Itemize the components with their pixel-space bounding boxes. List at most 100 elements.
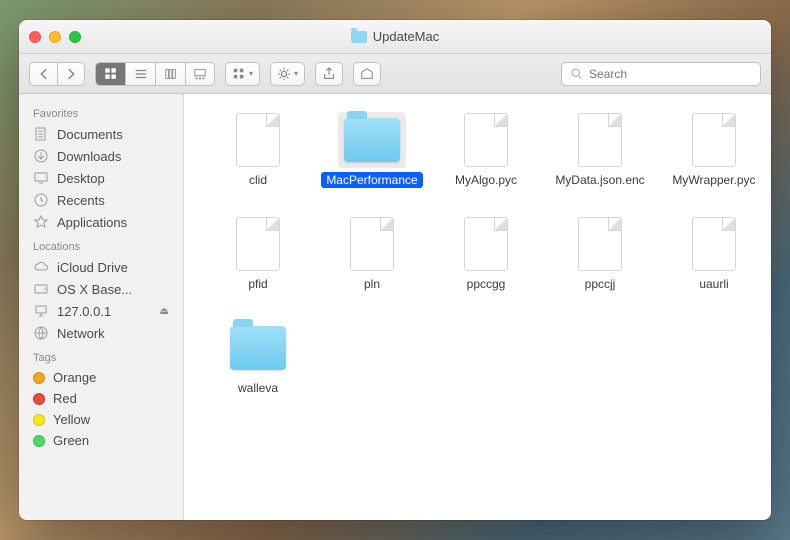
file-name: clid [244,172,272,188]
sidebar-item-downloads[interactable]: Downloads [19,145,183,167]
file-icon [578,217,622,271]
sidebar-item-label: Orange [53,370,96,385]
sidebar-item-label: Downloads [57,149,121,164]
zoom-button[interactable] [69,31,81,43]
file-item[interactable]: pln [318,216,426,292]
file-content-area[interactable]: clid MacPerformance MyAlgo.pycMyData.json.… [184,94,771,520]
file-name: pln [359,276,385,292]
file-item[interactable]: walleva [204,320,312,396]
sidebar-item-desktop[interactable]: Desktop [19,167,183,189]
clock-icon [33,192,49,208]
sidebar: Favorites Documents Downloads Desktop Re… [19,94,184,520]
file-name: ppccgg [462,276,511,292]
icon-wrap [452,112,520,168]
tag-dot-icon [33,414,45,426]
search-input[interactable] [589,67,752,81]
sidebar-item-osxbase[interactable]: OS X Base... [19,278,183,300]
list-icon [134,67,148,81]
file-grid: clid MacPerformance MyAlgo.pycMyData.json.… [204,112,751,396]
file-name: MacPerformance [321,172,422,188]
chevron-down-icon: ▾ [249,69,253,78]
sidebar-item-network[interactable]: Network [19,322,183,344]
close-button[interactable] [29,31,41,43]
nav-buttons [29,62,85,86]
titlebar[interactable]: UpdateMac [19,20,771,54]
tag-dot-icon [33,393,45,405]
title-text: UpdateMac [373,29,439,44]
share-button[interactable] [315,62,343,86]
sidebar-tag-yellow[interactable]: Yellow [19,409,183,430]
icon-wrap [338,216,406,272]
chevron-left-icon [37,67,51,81]
file-item[interactable]: MyWrapper.pyc [660,112,768,188]
file-name: MyWrapper.pyc [667,172,760,188]
applications-icon [33,214,49,230]
file-item[interactable]: MacPerformance [318,112,426,188]
file-icon [236,113,280,167]
sidebar-item-applications[interactable]: Applications [19,211,183,233]
tag-dot-icon [33,372,45,384]
eject-icon[interactable]: ⏏ [160,306,169,317]
file-icon [578,113,622,167]
forward-button[interactable] [57,62,85,86]
file-item[interactable]: MyData.json.enc [546,112,654,188]
chevron-down-icon: ▾ [294,69,298,78]
action-button[interactable]: ▾ [270,62,305,86]
gallery-icon [193,67,207,81]
grid-icon [104,67,118,81]
file-item[interactable]: uaurli [660,216,768,292]
sidebar-tag-green[interactable]: Green [19,430,183,451]
back-button[interactable] [29,62,57,86]
window-controls [29,31,81,43]
file-item[interactable]: ppccjj [546,216,654,292]
gallery-view-button[interactable] [185,62,215,86]
group-by-button[interactable]: ▾ [225,62,260,86]
sidebar-header-locations: Locations [19,233,183,256]
icon-wrap [680,112,748,168]
file-icon [464,113,508,167]
file-icon [464,217,508,271]
file-name: uaurli [694,276,733,292]
sidebar-item-recents[interactable]: Recents [19,189,183,211]
cloud-icon [33,259,49,275]
sidebar-item-label: iCloud Drive [57,260,128,275]
desktop-icon [33,170,49,186]
sidebar-item-icloud[interactable]: iCloud Drive [19,256,183,278]
downloads-icon [33,148,49,164]
file-icon [692,217,736,271]
sidebar-item-127001[interactable]: 127.0.0.1 ⏏ [19,300,183,322]
file-item[interactable]: clid [204,112,312,188]
sidebar-item-label: Yellow [53,412,90,427]
file-name: pfid [243,276,272,292]
tag-dot-icon [33,435,45,447]
finder-window: UpdateMac [19,20,771,520]
icon-wrap [224,112,292,168]
gear-icon [277,67,291,81]
icon-wrap [338,112,406,168]
disk-icon [33,281,49,297]
file-name: walleva [233,380,283,396]
sidebar-item-label: OS X Base... [57,282,132,297]
sidebar-item-documents[interactable]: Documents [19,123,183,145]
sidebar-item-label: Documents [57,127,123,142]
file-item[interactable]: pfid [204,216,312,292]
icon-wrap [566,112,634,168]
group-icon [232,67,246,81]
sidebar-tag-red[interactable]: Red [19,388,183,409]
sidebar-header-favorites: Favorites [19,100,183,123]
tag-icon [360,67,374,81]
icon-wrap [224,216,292,272]
file-item[interactable]: MyAlgo.pyc [432,112,540,188]
minimize-button[interactable] [49,31,61,43]
list-view-button[interactable] [125,62,155,86]
search-field[interactable] [561,62,761,86]
search-icon [570,67,583,80]
folder-icon [351,31,367,43]
file-item[interactable]: ppccgg [432,216,540,292]
view-mode-segment [95,62,215,86]
server-icon [33,303,49,319]
column-view-button[interactable] [155,62,185,86]
tags-button[interactable] [353,62,381,86]
icon-view-button[interactable] [95,62,125,86]
sidebar-tag-orange[interactable]: Orange [19,367,183,388]
